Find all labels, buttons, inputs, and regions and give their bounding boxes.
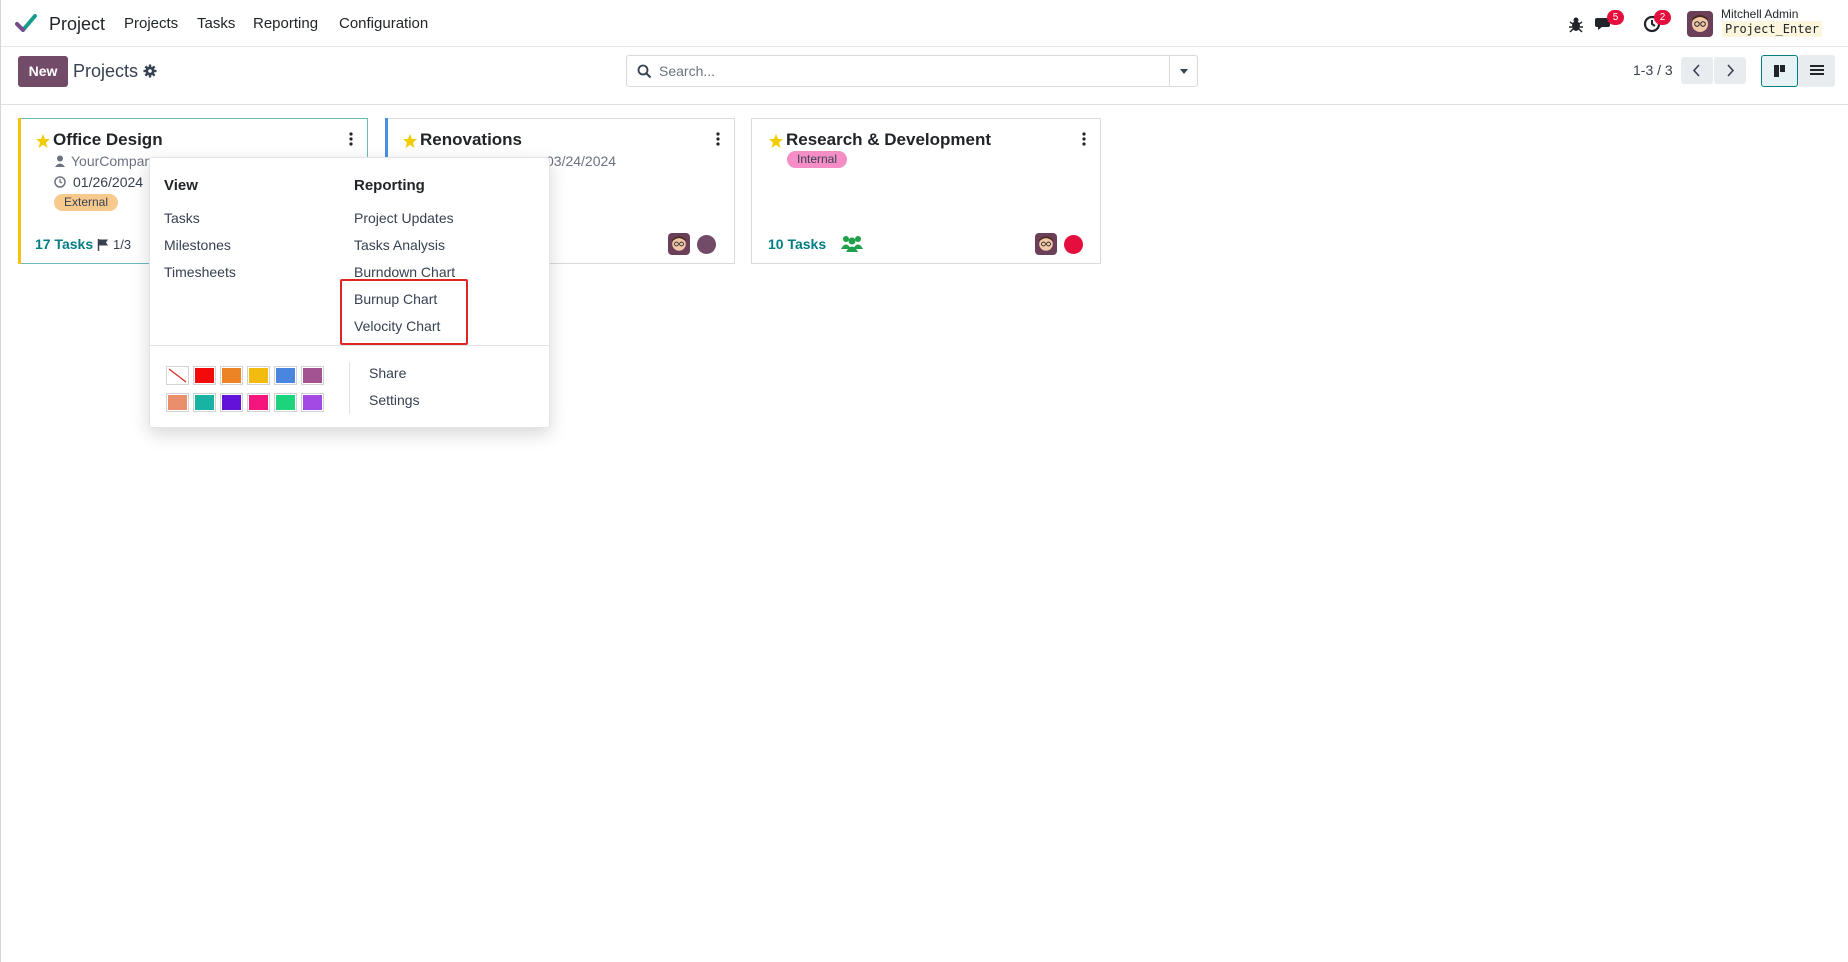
- messages-button[interactable]: 5: [1595, 10, 1624, 34]
- highlight-annotation-box: [340, 279, 468, 345]
- pager-value[interactable]: 1-3 / 3: [1633, 62, 1673, 78]
- user-avatar[interactable]: [1687, 11, 1713, 37]
- search-icon: [637, 64, 652, 79]
- dropdown-item-settings[interactable]: Settings: [369, 392, 420, 408]
- menu-reporting[interactable]: Reporting: [253, 15, 318, 32]
- color-swatch-violet[interactable]: [301, 393, 324, 412]
- card-milestones[interactable]: 1/3: [113, 237, 131, 252]
- menu-projects[interactable]: Projects: [124, 15, 178, 32]
- top-navbar: Project Projects Tasks Reporting Configu…: [1, 0, 1848, 47]
- dropdown-divider: [150, 345, 549, 346]
- kanban-view-button[interactable]: [1761, 55, 1798, 87]
- clock-icon: [54, 176, 66, 188]
- card-menu-icon[interactable]: [716, 132, 720, 146]
- card-title[interactable]: Office Design: [53, 130, 163, 150]
- color-swatch-pink[interactable]: [247, 393, 270, 412]
- list-view-button[interactable]: [1798, 55, 1835, 87]
- dropdown-item-project-updates[interactable]: Project Updates: [354, 210, 454, 226]
- card-customer: YourCompan: [71, 153, 153, 169]
- messages-badge: 5: [1607, 10, 1624, 25]
- dropdown-vertical-divider: [349, 362, 350, 414]
- activities-button[interactable]: 2: [1642, 10, 1671, 34]
- gear-icon[interactable]: [143, 64, 157, 78]
- assignee-avatar: [668, 233, 690, 255]
- favorite-star-icon[interactable]: [35, 133, 51, 149]
- control-panel: New Projects 1-3 / 3: [1, 47, 1848, 105]
- color-swatch-yellow[interactable]: [247, 366, 270, 385]
- favorite-star-icon[interactable]: [402, 133, 418, 149]
- dropdown-item-tasks[interactable]: Tasks: [164, 210, 200, 226]
- no-color-slash-icon: [168, 368, 187, 383]
- user-avatar-image: [1687, 11, 1713, 37]
- user-icon: [55, 155, 65, 167]
- color-swatch-teal[interactable]: [193, 393, 216, 412]
- database-name: Project_Enter: [1722, 21, 1822, 37]
- kanban-view-icon: [1774, 65, 1785, 77]
- app-brand[interactable]: Project: [15, 13, 105, 35]
- dropdown-item-burndown-chart[interactable]: Burndown Chart: [354, 264, 455, 280]
- dropdown-item-tasks-analysis[interactable]: Tasks Analysis: [354, 237, 445, 253]
- color-swatch-salmon[interactable]: [166, 393, 189, 412]
- page-title: Projects: [73, 61, 139, 81]
- search-options-toggle[interactable]: [1169, 56, 1197, 86]
- chevron-right-icon: [1727, 64, 1735, 77]
- view-header: View: [164, 177, 198, 194]
- search-bar[interactable]: [626, 55, 1198, 87]
- dropdown-item-share[interactable]: Share: [369, 365, 406, 381]
- avatar-image: [1035, 233, 1057, 255]
- card-tasks-link[interactable]: 17 Tasks: [35, 236, 93, 252]
- card-date-range: 03/24/2024: [546, 153, 617, 169]
- color-swatch-purple[interactable]: [301, 366, 324, 385]
- app-name[interactable]: Project: [49, 14, 105, 35]
- color-swatch-red[interactable]: [193, 366, 216, 385]
- new-button[interactable]: New: [18, 56, 68, 87]
- status-dot[interactable]: [1064, 235, 1083, 254]
- menu-tasks[interactable]: Tasks: [197, 15, 235, 32]
- color-swatch-blue[interactable]: [274, 366, 297, 385]
- flag-icon: [97, 239, 108, 251]
- card-menu-icon[interactable]: [1082, 132, 1086, 146]
- caret-down-icon: [1180, 69, 1188, 74]
- dropdown-item-milestones[interactable]: Milestones: [164, 237, 231, 253]
- user-name[interactable]: Mitchell Admin: [1721, 7, 1798, 21]
- project-app-icon: [15, 14, 37, 32]
- status-dot[interactable]: [697, 235, 716, 254]
- menu-configuration[interactable]: Configuration: [339, 15, 428, 32]
- card-title[interactable]: Research & Development: [786, 130, 991, 150]
- card-date: 01/26/2024: [73, 174, 144, 190]
- reporting-header: Reporting: [354, 177, 425, 194]
- tag-internal: Internal: [787, 151, 848, 168]
- debug-bug-icon[interactable]: [1566, 14, 1586, 34]
- list-view-icon: [1810, 65, 1824, 75]
- card-menu-icon[interactable]: [349, 132, 353, 146]
- color-swatch-indigo[interactable]: [220, 393, 243, 412]
- team-users-icon: [841, 236, 863, 252]
- project-card-research-development[interactable]: Research & Development Internal 10 Tasks: [751, 118, 1101, 264]
- chevron-left-icon: [1692, 64, 1700, 77]
- color-swatch-none[interactable]: [166, 366, 189, 385]
- pager-previous-button[interactable]: [1681, 57, 1713, 84]
- assignee-avatar: [1035, 233, 1057, 255]
- card-title[interactable]: Renovations: [420, 130, 522, 150]
- tag-external: External: [54, 194, 119, 211]
- pager-next-button[interactable]: [1714, 57, 1746, 84]
- search-input[interactable]: [659, 56, 1159, 86]
- avatar-image: [668, 233, 690, 255]
- favorite-star-icon[interactable]: [768, 133, 784, 149]
- card-tasks-link[interactable]: 10 Tasks: [768, 236, 826, 252]
- activities-badge: 2: [1654, 10, 1671, 25]
- card-color-stripe: [18, 118, 21, 264]
- color-swatch-orange[interactable]: [220, 366, 243, 385]
- color-swatch-green[interactable]: [274, 393, 297, 412]
- dropdown-item-timesheets[interactable]: Timesheets: [164, 264, 236, 280]
